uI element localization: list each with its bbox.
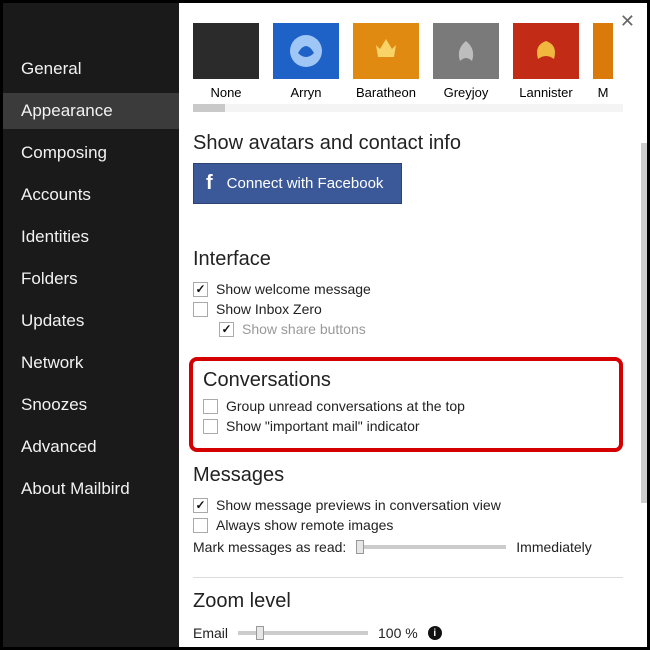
mark-as-read-label: Mark messages as read: [193,539,346,555]
messages-title: Messages [193,464,623,487]
appearance-content: None Arryn Baratheon Greyjoy [179,3,647,647]
sidebar-item-updates[interactable]: Updates [3,303,179,339]
messages-section: Messages Show message previews in conver… [193,464,623,559]
checkbox[interactable] [203,399,218,414]
avatars-section: Show avatars and contact info f Connect … [193,132,623,230]
checkbox[interactable] [193,498,208,513]
theme-partial[interactable]: M [593,23,613,100]
zoom-title: Zoom level [193,590,623,613]
main-panel: ✕ None Arryn Baratheon [179,3,647,647]
sidebar-item-accounts[interactable]: Accounts [3,177,179,213]
checkbox-label: Show Inbox Zero [216,301,322,317]
opt-remote-images[interactable]: Always show remote images [193,515,623,535]
conversations-highlight: Conversations Group unread conversations… [189,357,623,452]
interface-section: Interface Show welcome message Show Inbo… [193,248,623,339]
info-icon[interactable]: i [428,626,442,640]
checkbox-label: Show welcome message [216,281,371,297]
theme-label: Arryn [290,85,321,100]
theme-greyjoy[interactable]: Greyjoy [433,23,499,100]
theme-baratheon[interactable]: Baratheon [353,23,419,100]
checkbox-label: Show share buttons [242,321,366,337]
mark-as-read-value: Immediately [516,539,591,555]
theme-arryn[interactable]: Arryn [273,23,339,100]
sidebar-item-about[interactable]: About Mailbird [3,471,179,507]
checkbox-label: Show message previews in conversation vi… [216,497,501,513]
sidebar-item-identities[interactable]: Identities [3,219,179,255]
zoom-email-label: Email [193,625,228,641]
theme-label: Baratheon [356,85,416,100]
zoom-email-row: Email 100 % i [193,621,623,645]
theme-swatch[interactable] [593,23,613,79]
checkbox-label: Group unread conversations at the top [226,398,465,414]
mark-as-read-row: Mark messages as read: Immediately [193,535,623,559]
zoom-email-slider[interactable] [238,631,368,635]
theme-swatch[interactable] [193,23,259,79]
separator [193,577,623,578]
sidebar-item-appearance[interactable]: Appearance [3,93,179,129]
opt-message-previews[interactable]: Show message previews in conversation vi… [193,495,623,515]
checkbox[interactable] [203,419,218,434]
theme-label: Greyjoy [444,85,489,100]
theme-scrollbar[interactable] [193,104,623,112]
slider-thumb[interactable] [256,626,264,640]
opt-inbox-zero[interactable]: Show Inbox Zero [193,299,623,319]
theme-label: Lannister [519,85,572,100]
theme-picker: None Arryn Baratheon Greyjoy [193,23,623,100]
theme-none[interactable]: None [193,23,259,100]
sidebar-item-snoozes[interactable]: Snoozes [3,387,179,423]
checkbox[interactable] [193,302,208,317]
checkbox[interactable] [193,518,208,533]
opt-important-indicator[interactable]: Show "important mail" indicator [203,416,609,436]
zoom-email-value: 100 % [378,625,418,641]
interface-title: Interface [193,248,623,271]
sidebar-item-advanced[interactable]: Advanced [3,429,179,465]
theme-label: M [598,85,609,100]
facebook-button-label: Connect with Facebook [227,175,384,192]
theme-swatch[interactable] [273,23,339,79]
settings-sidebar: General Appearance Composing Accounts Id… [3,3,179,647]
close-icon[interactable]: ✕ [620,11,635,32]
theme-swatch[interactable] [433,23,499,79]
opt-share-buttons[interactable]: Show share buttons [193,319,623,339]
opt-welcome-message[interactable]: Show welcome message [193,279,623,299]
checkbox-label: Show "important mail" indicator [226,418,420,434]
facebook-icon: f [206,172,213,195]
theme-lannister[interactable]: Lannister [513,23,579,100]
checkbox[interactable] [219,322,234,337]
zoom-section: Zoom level Email 100 % i [193,590,623,645]
avatars-title: Show avatars and contact info [193,132,623,155]
sidebar-item-folders[interactable]: Folders [3,261,179,297]
checkbox[interactable] [193,282,208,297]
theme-swatch[interactable] [353,23,419,79]
conversations-title: Conversations [203,369,609,392]
theme-swatch[interactable] [513,23,579,79]
sidebar-item-general[interactable]: General [3,51,179,87]
checkbox-label: Always show remote images [216,517,393,533]
mark-as-read-slider[interactable] [356,545,506,549]
connect-facebook-button[interactable]: f Connect with Facebook [193,163,402,204]
scrollbar[interactable] [641,143,647,503]
theme-label: None [210,85,241,100]
sidebar-item-composing[interactable]: Composing [3,135,179,171]
sidebar-item-network[interactable]: Network [3,345,179,381]
slider-thumb[interactable] [356,540,364,554]
opt-group-unread[interactable]: Group unread conversations at the top [203,396,609,416]
